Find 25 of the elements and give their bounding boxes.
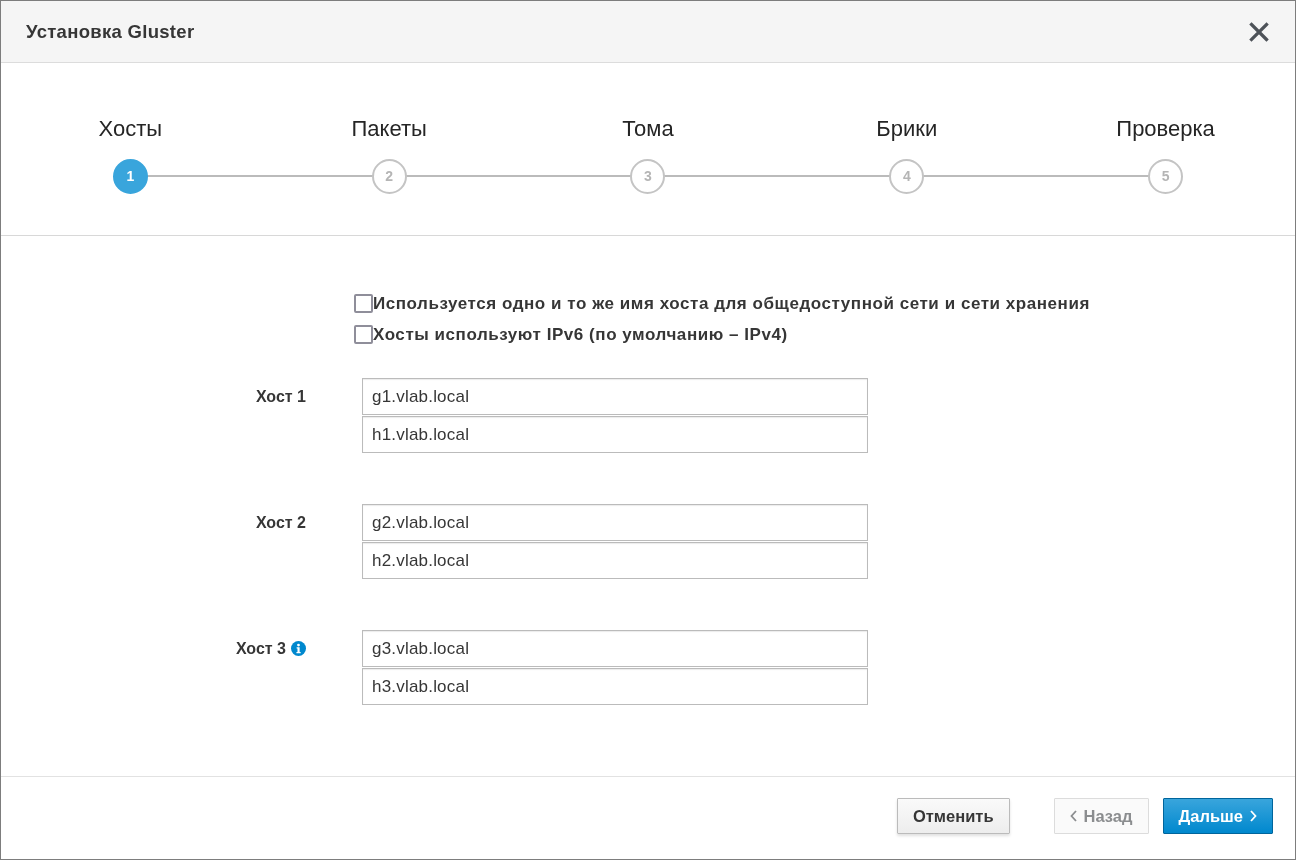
step-label: Брики bbox=[876, 116, 938, 142]
step-label: Тома bbox=[622, 116, 674, 142]
step-label: Пакеты bbox=[351, 116, 427, 142]
info-icon[interactable] bbox=[291, 641, 306, 656]
input-field[interactable]: g2.vlab.local bbox=[362, 504, 868, 541]
input-field[interactable]: h1.vlab.local bbox=[362, 416, 868, 453]
cancel-button[interactable]: Отменить bbox=[896, 798, 1010, 834]
input-field[interactable]: g1.vlab.local bbox=[362, 378, 868, 415]
input-field[interactable]: g3.vlab.local bbox=[362, 630, 868, 667]
input-field[interactable]: h2.vlab.local bbox=[362, 542, 868, 579]
host-label: Хост 3 bbox=[235, 639, 286, 658]
host-label: Хост 2 bbox=[255, 513, 306, 532]
host-label: Хост 1 bbox=[255, 387, 306, 406]
checkbox[interactable] bbox=[354, 294, 373, 313]
chevron-left-icon bbox=[1069, 810, 1077, 822]
step-label: Хосты bbox=[98, 116, 163, 142]
close-button[interactable] bbox=[1249, 21, 1269, 42]
checkbox-label: Хосты используют IPv6 (по умолчанию – IPv4) bbox=[373, 324, 788, 345]
close-icon bbox=[1249, 21, 1269, 42]
checkbox-label: Используется одно и то же имя хоста для общедоступной сети и сети хранения bbox=[373, 293, 1090, 314]
input-field[interactable]: h3.vlab.local bbox=[362, 668, 868, 705]
checkbox[interactable] bbox=[354, 325, 373, 344]
dialog-title: Установка Gluster bbox=[26, 20, 195, 43]
step-label: Проверка bbox=[1116, 116, 1215, 142]
chevron-right-icon bbox=[1250, 810, 1257, 822]
